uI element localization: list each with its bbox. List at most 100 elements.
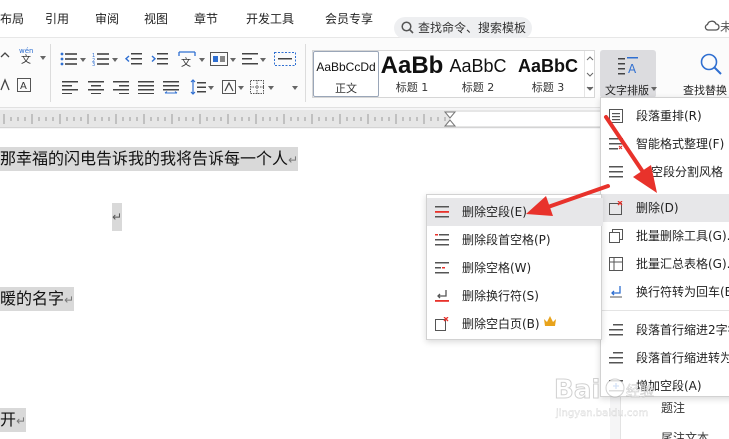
numbered-list-icon[interactable]: 1 2 3: [92, 52, 110, 66]
typeset-caret-icon[interactable]: [651, 87, 657, 91]
chinese-layout-caret-icon[interactable]: [230, 58, 236, 62]
menu-references[interactable]: 引用: [45, 0, 69, 38]
menu-item-delete[interactable]: 删除(D): [601, 194, 729, 222]
menu-item-delete-spaces[interactable]: 删除空格(W): [427, 254, 603, 282]
document-line[interactable]: 暖的名字↵: [0, 287, 75, 311]
style-normal-tile[interactable]: AaBbCcDd 正文: [313, 51, 379, 97]
style-heading2-tile[interactable]: AaBbC 标题 2: [445, 51, 511, 97]
gallery-arrows-icon: [586, 56, 594, 91]
menu-view[interactable]: 视图: [144, 0, 168, 38]
first-line-indent-icon: [609, 324, 623, 336]
menu-item-delete-empty-paragraphs[interactable]: 删除空段(E): [427, 198, 603, 226]
font-size-shrink-icon[interactable]: [0, 50, 10, 64]
menu-developer[interactable]: 开发工具: [246, 0, 294, 38]
typeset-dropdown-menu: 段落重排(R) 智能格式整理(F) 空段分割风格 删除(D) 批量删除工具(G)…: [600, 97, 729, 397]
ribbon-separator: [50, 44, 51, 102]
batch-delete-icon: [609, 229, 623, 243]
style-heading3-tile[interactable]: AaBbC 标题 3: [511, 51, 585, 97]
bullet-caret-icon[interactable]: [80, 58, 86, 62]
panel-caption-item[interactable]: 题注: [661, 399, 685, 416]
menu-review[interactable]: 审阅: [95, 0, 119, 38]
paragraph-mark: ↵: [64, 293, 75, 307]
align-center-icon[interactable]: [88, 80, 104, 94]
menu-item-batch-table-summary[interactable]: 批量汇总表格(G)...: [601, 250, 729, 278]
menu-item-smart-format[interactable]: 智能格式整理(F): [601, 130, 729, 158]
svg-text:A: A: [628, 62, 637, 76]
chinese-layout-icon[interactable]: [210, 52, 228, 66]
menu-separator: [601, 310, 729, 311]
increase-indent-icon[interactable]: [151, 52, 169, 66]
ribbon-separator: [305, 44, 306, 102]
menu-item-delete-line-breaks[interactable]: 删除换行符(S): [427, 282, 603, 310]
distributed-align-icon[interactable]: [163, 80, 179, 94]
menu-member[interactable]: 会员专享: [325, 0, 373, 38]
scaling-caret-icon[interactable]: [199, 58, 205, 62]
menu-item-paragraph-reflow[interactable]: 段落重排(R): [601, 102, 729, 130]
indent-marker-icon[interactable]: [444, 111, 456, 127]
menu-item-label: 批量删除工具(G)...: [636, 229, 729, 243]
document-line[interactable]: 开↵: [0, 408, 27, 432]
svg-text:A: A: [20, 81, 27, 92]
find-replace-icon[interactable]: [699, 52, 723, 76]
char-scaling-icon[interactable]: 文: [177, 50, 197, 68]
line-spacing-icon[interactable]: [190, 79, 206, 95]
ruler-ticks: [3, 114, 446, 124]
char-border-icon[interactable]: A: [17, 78, 31, 92]
style-heading2-name: 标题 2: [461, 81, 495, 94]
document-line[interactable]: 那幸福的闪电告诉我的我将告诉每一个人↵: [0, 147, 299, 171]
empty-paragraph-mark[interactable]: ↵: [112, 203, 122, 231]
command-search-input[interactable]: 查找命令、搜索模板: [394, 17, 532, 39]
menu-item-batch-delete-tool[interactable]: 批量删除工具(G)...: [601, 222, 729, 250]
menu-item-linebreak-to-return[interactable]: 换行符转为回车(B): [601, 278, 729, 306]
cloud-status-text: 未: [720, 20, 729, 34]
svg-text:经验: 经验: [626, 384, 654, 400]
numbering-caret-icon[interactable]: [112, 58, 118, 62]
gallery-scroll-control[interactable]: [584, 51, 594, 97]
split-style-icon: [609, 166, 623, 178]
border-icon[interactable]: [250, 80, 264, 94]
style-heading1-name: 标题 1: [395, 81, 429, 94]
menu-item-empty-paragraph-split[interactable]: 空段分割风格: [601, 158, 729, 186]
paragraph-settings-icon[interactable]: [292, 86, 298, 90]
style-heading1-sample: AaBb: [380, 52, 444, 79]
panel-endnote-item[interactable]: 尾注文本: [661, 429, 709, 439]
baidu-watermark-logo: Bai 经验 jingyan.baidu.com: [548, 366, 658, 426]
style-heading3-name: 标题 3: [531, 81, 565, 94]
style-heading2-sample: AaBbC: [449, 56, 507, 76]
find-replace-label[interactable]: 查找替换: [683, 82, 727, 98]
search-icon: [401, 21, 414, 34]
document-line-text: 那幸福的闪电告诉我的我将告诉每一个人: [0, 149, 289, 168]
phonetic-caret-icon[interactable]: [40, 56, 46, 60]
line-spacing-caret-icon[interactable]: [208, 86, 214, 90]
menu-item-label: 删除空格(W): [462, 261, 532, 275]
border-caret-icon[interactable]: [268, 86, 274, 90]
delete-doc-icon: [609, 201, 623, 215]
menu-item-label: 删除段首空格(P): [462, 233, 551, 247]
watermark-icon: Bai 经验 jingyan.baidu.com: [554, 375, 655, 420]
phonetic-guide-icon[interactable]: wén 文: [17, 46, 39, 64]
show-hide-marks-icon[interactable]: [242, 52, 258, 66]
align-right-icon[interactable]: [113, 80, 129, 94]
justify-icon[interactable]: [138, 80, 154, 94]
menu-layout[interactable]: 布局: [0, 0, 24, 38]
menu-item-delete-leading-spaces[interactable]: 删除段首空格(P): [427, 226, 603, 254]
shading-caret-icon[interactable]: [238, 86, 244, 90]
smart-format-icon: [609, 138, 623, 150]
align-left-icon[interactable]: [62, 80, 78, 94]
vip-crown-icon: [544, 316, 556, 326]
delete-submenu: 删除空段(E) 删除段首空格(P) 删除空格(W) 删除换行符(S) 删除空白页…: [426, 194, 603, 340]
menu-item-first-line-indent[interactable]: 段落首行缩进2字符: [601, 316, 729, 344]
menu-item-delete-blank-pages[interactable]: 删除空白页(B): [427, 310, 603, 338]
menu-item-label: 删除换行符(S): [462, 289, 539, 303]
svg-text:Bai: Bai: [554, 375, 600, 405]
menu-section[interactable]: 章节: [194, 0, 218, 38]
search-placeholder: 查找命令、搜索模板: [418, 21, 527, 35]
cloud-icon[interactable]: [704, 19, 720, 31]
decrease-indent-icon[interactable]: [125, 52, 143, 66]
shading-icon[interactable]: [222, 80, 236, 94]
style-heading1-tile[interactable]: AaBb 标题 1: [379, 51, 445, 97]
marks-caret-icon[interactable]: [260, 58, 266, 62]
sort-icon[interactable]: [274, 52, 296, 66]
text-effect-icon[interactable]: [0, 78, 10, 92]
bullet-list-icon[interactable]: [60, 52, 78, 66]
